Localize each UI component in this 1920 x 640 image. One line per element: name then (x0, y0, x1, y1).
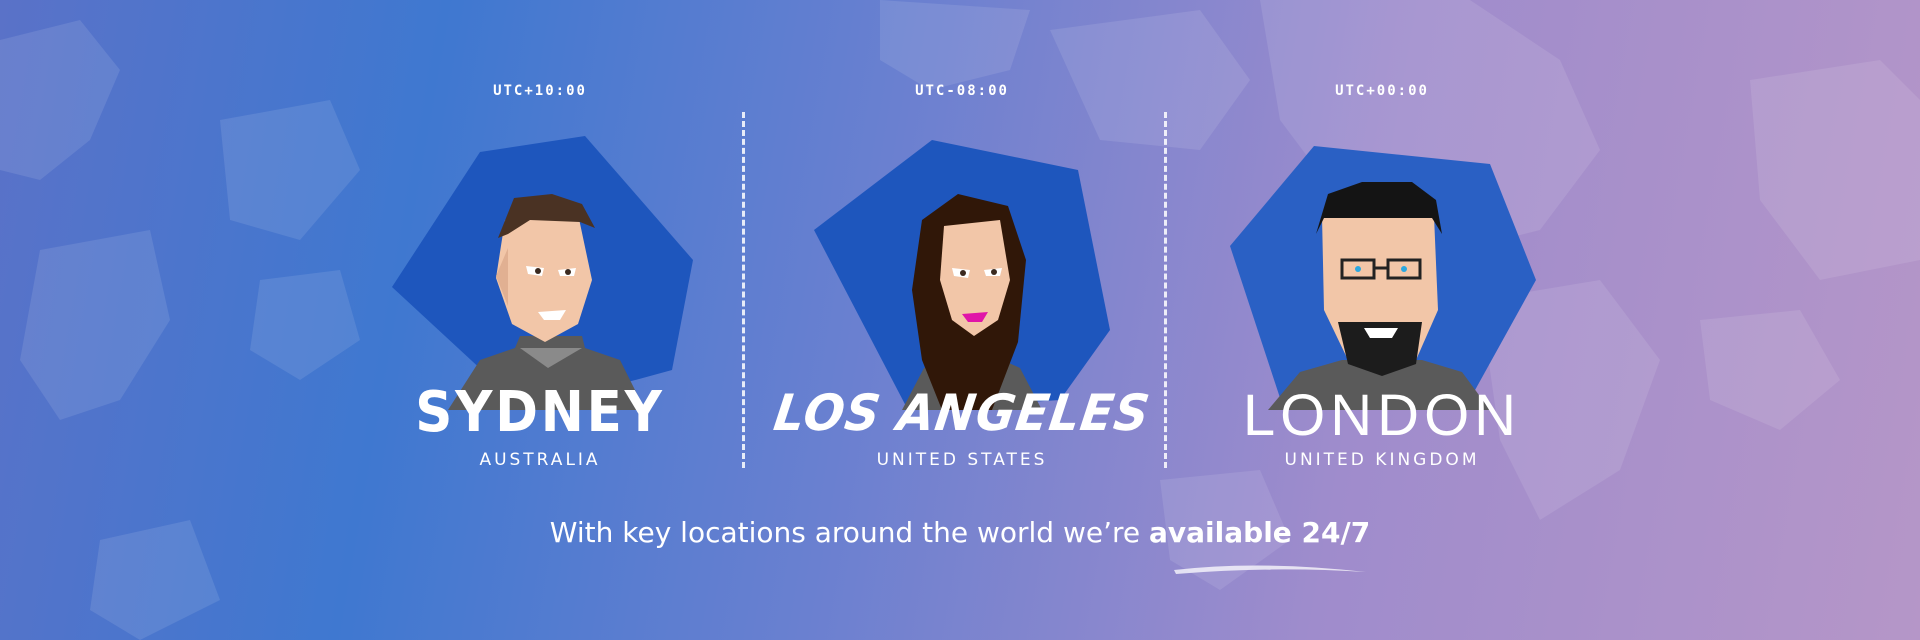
utc-offset: UTC+10:00 (493, 83, 587, 99)
brush-underline (1174, 565, 1366, 574)
tagline: With key locations around the world we’r… (0, 516, 1920, 549)
utc-offset: UTC-08:00 (915, 83, 1009, 99)
london-avatar (1230, 146, 1536, 410)
city-name: LOS ANGELES (770, 384, 1154, 442)
tagline-text: With key locations around the world we’r… (549, 516, 1150, 549)
los-angeles-avatar (814, 140, 1110, 410)
country-name: AUSTRALIA (479, 450, 601, 470)
divider (1164, 112, 1167, 468)
utc-offset: UTC+00:00 (1335, 83, 1429, 99)
divider (742, 112, 745, 468)
sydney-avatar (392, 136, 693, 410)
city-name: LONDON (1242, 383, 1522, 448)
tagline-emphasis: available 24/7 (1149, 516, 1371, 549)
country-name: UNITED STATES (876, 450, 1048, 470)
city-name: SYDNEY (415, 380, 665, 445)
country-name: UNITED KINGDOM (1284, 450, 1480, 470)
